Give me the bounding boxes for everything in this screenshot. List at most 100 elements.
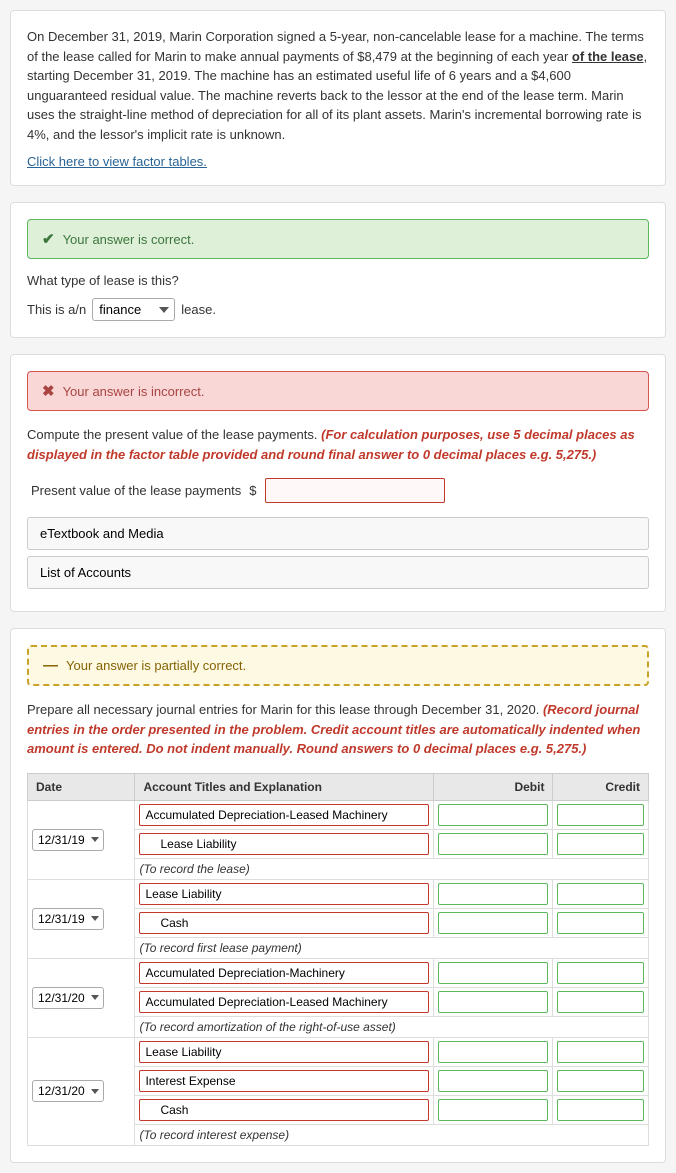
- credit-input-2a[interactable]: [557, 883, 644, 905]
- date-cell-2: 12/31/19 12/31/20: [28, 879, 135, 958]
- debit-cell-1b: [434, 829, 553, 858]
- date-cell-3: 12/31/20 12/31/19: [28, 958, 135, 1037]
- debit-input-4b[interactable]: [438, 1070, 548, 1092]
- pv-instruction-main: Compute the present value of the lease p…: [27, 427, 318, 442]
- debit-cell-1a: [434, 800, 553, 829]
- account-input-2a[interactable]: [139, 883, 429, 905]
- problem-statement: On December 31, 2019, Marin Corporation …: [10, 10, 666, 186]
- incorrect-banner: ✖ Your answer is incorrect.: [27, 371, 649, 411]
- factor-tables-link[interactable]: Click here to view factor tables.: [27, 154, 207, 169]
- note-3: (To record amortization of the right-of-…: [135, 1016, 649, 1037]
- problem-text: On December 31, 2019, Marin Corporation …: [27, 27, 649, 144]
- lease-type-question: What type of lease is this?: [27, 273, 649, 288]
- problem-bold: of the lease: [572, 49, 644, 64]
- account-cell-2a: [135, 879, 434, 908]
- pv-row: Present value of the lease payments $: [27, 478, 649, 503]
- debit-cell-3a: [434, 958, 553, 987]
- debit-cell-4a: [434, 1037, 553, 1066]
- debit-input-3a[interactable]: [438, 962, 548, 984]
- part3-card: — Your answer is partially correct. Prep…: [10, 628, 666, 1163]
- account-input-4b[interactable]: [139, 1070, 429, 1092]
- credit-cell-2b: [553, 908, 649, 937]
- lease-type-row: This is a/n finance operating lease.: [27, 298, 649, 321]
- debit-cell-2b: [434, 908, 553, 937]
- incorrect-banner-text: Your answer is incorrect.: [63, 384, 205, 399]
- note-2: (To record first lease payment): [135, 937, 649, 958]
- debit-input-1a[interactable]: [438, 804, 548, 826]
- problem-text-part1: On December 31, 2019, Marin Corporation …: [27, 29, 644, 64]
- account-input-2b[interactable]: [139, 912, 429, 934]
- date-select-2[interactable]: 12/31/19 12/31/20: [32, 908, 104, 930]
- list-of-accounts-button[interactable]: List of Accounts: [27, 556, 649, 589]
- credit-input-4c[interactable]: [557, 1099, 644, 1121]
- correct-banner: ✔ Your answer is correct.: [27, 219, 649, 259]
- dollar-sign: $: [249, 483, 256, 498]
- debit-cell-4b: [434, 1066, 553, 1095]
- credit-input-4a[interactable]: [557, 1041, 644, 1063]
- credit-input-4b[interactable]: [557, 1070, 644, 1092]
- account-input-3b[interactable]: [139, 991, 429, 1013]
- credit-cell-3b: [553, 987, 649, 1016]
- checkmark-icon: ✔: [42, 230, 55, 248]
- account-cell-2b: [135, 908, 434, 937]
- account-input-3a[interactable]: [139, 962, 429, 984]
- account-input-4a[interactable]: [139, 1041, 429, 1063]
- date-select-1[interactable]: 12/31/19 12/31/20: [32, 829, 104, 851]
- dash-icon: —: [43, 657, 58, 674]
- lease-type-select[interactable]: finance operating: [92, 298, 175, 321]
- credit-input-1a[interactable]: [557, 804, 644, 826]
- account-cell-1a: [135, 800, 434, 829]
- partial-banner: — Your answer is partially correct.: [27, 645, 649, 686]
- th-account: Account Titles and Explanation: [135, 773, 434, 800]
- journal-table: Date Account Titles and Explanation Debi…: [27, 773, 649, 1146]
- credit-cell-1a: [553, 800, 649, 829]
- account-input-1a[interactable]: [139, 804, 429, 826]
- debit-input-4a[interactable]: [438, 1041, 548, 1063]
- date-cell-4: 12/31/20 12/31/19: [28, 1037, 135, 1145]
- credit-input-3a[interactable]: [557, 962, 644, 984]
- debit-cell-4c: [434, 1095, 553, 1124]
- credit-cell-4b: [553, 1066, 649, 1095]
- x-icon: ✖: [42, 382, 55, 400]
- th-date: Date: [28, 773, 135, 800]
- debit-input-2b[interactable]: [438, 912, 548, 934]
- debit-cell-2a: [434, 879, 553, 908]
- debit-input-3b[interactable]: [438, 991, 548, 1013]
- note-4: (To record interest expense): [135, 1124, 649, 1145]
- lease-suffix: lease.: [181, 302, 216, 317]
- pv-input[interactable]: [265, 478, 445, 503]
- credit-cell-4a: [553, 1037, 649, 1066]
- etextbook-button[interactable]: eTextbook and Media: [27, 517, 649, 550]
- partial-banner-text: Your answer is partially correct.: [66, 658, 246, 673]
- credit-cell-3a: [553, 958, 649, 987]
- correct-banner-text: Your answer is correct.: [63, 232, 195, 247]
- credit-cell-4c: [553, 1095, 649, 1124]
- part1-card: ✔ Your answer is correct. What type of l…: [10, 202, 666, 338]
- pv-instruction: Compute the present value of the lease p…: [27, 425, 649, 464]
- table-row: 12/31/19 12/31/20: [28, 800, 649, 829]
- credit-input-1b[interactable]: [557, 833, 644, 855]
- date-select-4[interactable]: 12/31/20 12/31/19: [32, 1080, 104, 1102]
- debit-input-4c[interactable]: [438, 1099, 548, 1121]
- account-input-4c[interactable]: [139, 1099, 429, 1121]
- credit-input-2b[interactable]: [557, 912, 644, 934]
- date-select-3[interactable]: 12/31/20 12/31/19: [32, 987, 104, 1009]
- account-cell-3b: [135, 987, 434, 1016]
- part2-card: ✖ Your answer is incorrect. Compute the …: [10, 354, 666, 612]
- account-input-1b[interactable]: [139, 833, 429, 855]
- credit-input-3b[interactable]: [557, 991, 644, 1013]
- account-cell-4c: [135, 1095, 434, 1124]
- debit-input-1b[interactable]: [438, 833, 548, 855]
- th-credit: Credit: [553, 773, 649, 800]
- pv-label: Present value of the lease payments: [31, 483, 241, 498]
- debit-cell-3b: [434, 987, 553, 1016]
- credit-cell-2a: [553, 879, 649, 908]
- account-cell-4b: [135, 1066, 434, 1095]
- account-cell-4a: [135, 1037, 434, 1066]
- table-row: 12/31/20 12/31/19: [28, 1037, 649, 1066]
- lease-type-prefix: This is a/n: [27, 302, 86, 317]
- journal-instruction: Prepare all necessary journal entries fo…: [27, 700, 649, 759]
- date-cell-1: 12/31/19 12/31/20: [28, 800, 135, 879]
- debit-input-2a[interactable]: [438, 883, 548, 905]
- credit-cell-1b: [553, 829, 649, 858]
